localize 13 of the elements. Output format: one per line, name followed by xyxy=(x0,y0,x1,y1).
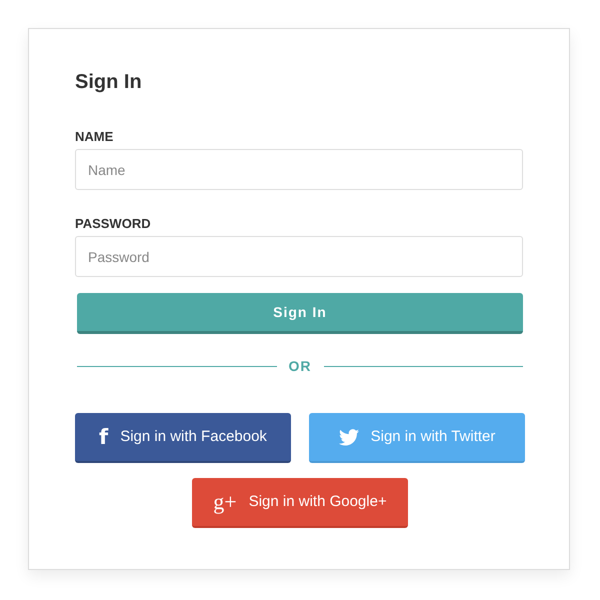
facebook-sign-in-button[interactable]: f Sign in with Facebook xyxy=(75,413,291,463)
divider-text: OR xyxy=(288,359,312,373)
twitter-sign-in-button[interactable]: Sign in with Twitter xyxy=(309,413,525,463)
input-field[interactable]: Name xyxy=(75,149,523,190)
bird-icon xyxy=(338,428,359,446)
field-label: PASSWORD xyxy=(75,217,152,230)
g-plus-glyph-icon: g+ xyxy=(213,491,237,513)
google-sign-in-button[interactable]: g+ Sign in with Google+ xyxy=(192,478,408,528)
input-field[interactable]: Password xyxy=(75,236,523,277)
sign-in-button[interactable]: Sign In xyxy=(77,293,523,334)
form-title: Sign In xyxy=(75,72,143,92)
f-glyph-icon: f xyxy=(99,426,108,448)
field-label: NAME xyxy=(75,130,114,143)
